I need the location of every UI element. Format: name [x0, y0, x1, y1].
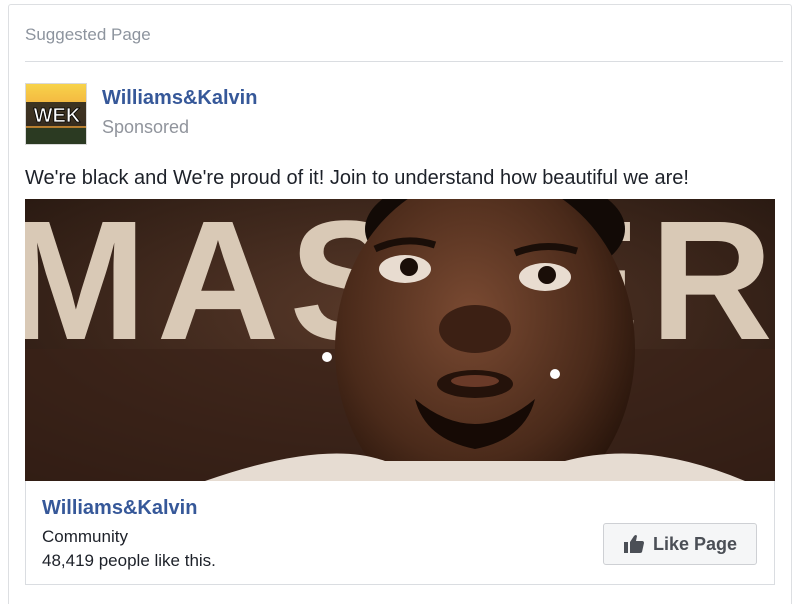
like-page-label: Like Page [652, 533, 738, 554]
page-likes-count: 48,419 people like this. [42, 551, 216, 570]
page-logo-image: WEK [26, 84, 86, 144]
page-name-link[interactable]: Williams&Kalvin [102, 87, 257, 110]
page-category: Community [42, 527, 128, 546]
thumbs-up-icon [623, 535, 644, 553]
header-divider [25, 61, 783, 62]
page-avatar[interactable]: WEK [25, 83, 87, 145]
sponsored-post-card: Suggested Page WEK Williams&Kalvin Spons… [8, 4, 792, 604]
suggested-page-label: Suggested Page [25, 25, 151, 44]
post-image[interactable]: MASTER [25, 199, 775, 481]
post-message: We're black and We're proud of it! Join … [25, 167, 689, 189]
video-still-image: MASTER [25, 199, 775, 481]
attachment-title-link[interactable]: Williams&Kalvin [42, 497, 197, 520]
svg-text:WEK: WEK [34, 105, 81, 127]
sponsored-label[interactable]: Sponsored [102, 117, 189, 138]
like-page-button[interactable]: Like Page [603, 523, 757, 565]
attachment-footer[interactable]: Williams&Kalvin Community 48,419 people … [25, 481, 775, 585]
